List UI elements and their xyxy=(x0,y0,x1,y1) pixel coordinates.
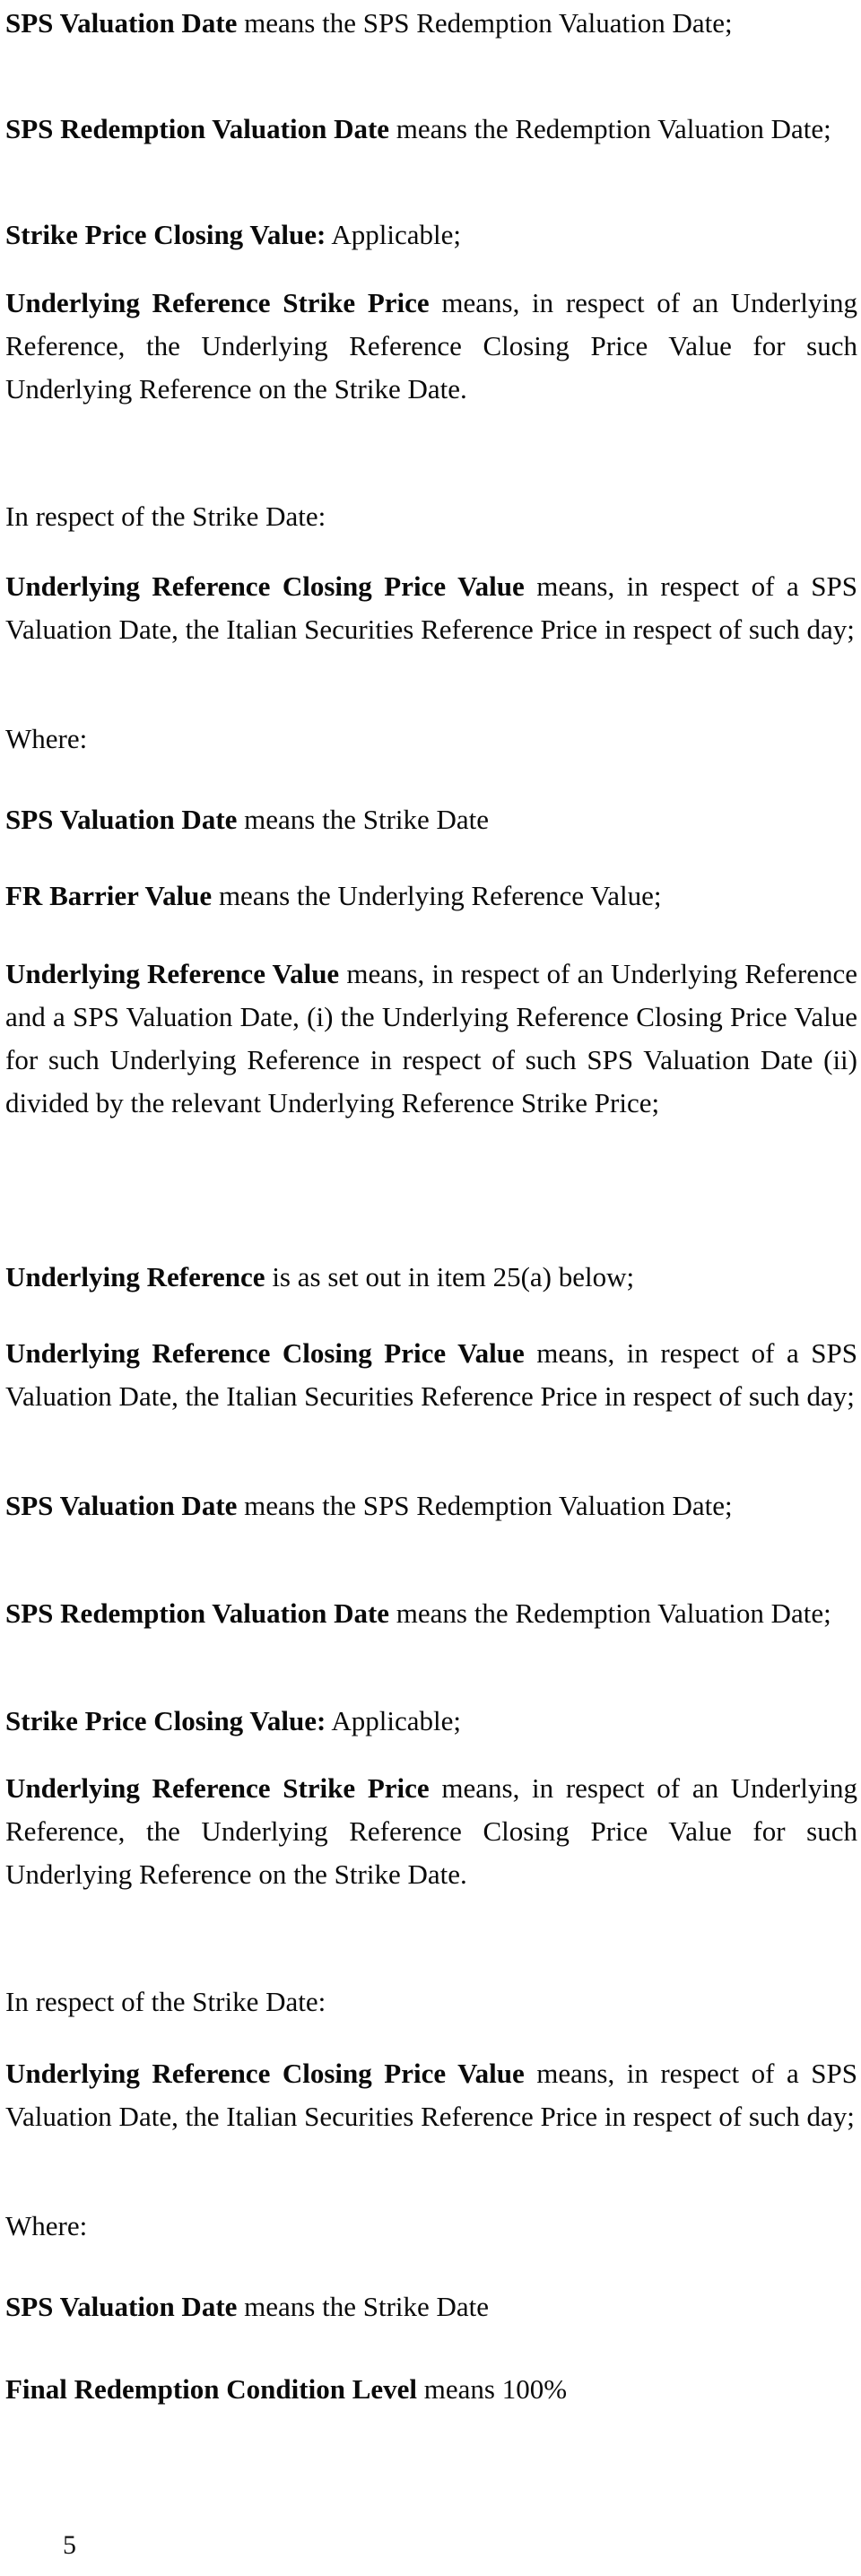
definition-text: means 100% xyxy=(417,2373,568,2405)
definition-paragraph: In respect of the Strike Date: xyxy=(5,1980,857,2023)
definition-text: means the Redemption Valuation Date; xyxy=(389,113,831,144)
definition-text: Where: xyxy=(5,723,88,754)
defined-term: Strike Price Closing Value: xyxy=(5,219,326,250)
defined-term: SPS Valuation Date xyxy=(5,804,238,835)
definition-text: means the Strike Date xyxy=(237,804,490,835)
definition-paragraph: Underlying Reference Strike Price means,… xyxy=(5,1767,857,1896)
definition-text: Applicable; xyxy=(326,219,462,250)
definition-paragraph: Where: xyxy=(5,718,857,761)
page-number: 5 xyxy=(63,2530,76,2560)
defined-term: SPS Redemption Valuation Date xyxy=(5,1597,390,1629)
defined-term: Underlying Reference Strike Price xyxy=(5,1772,430,1804)
definition-paragraph: SPS Valuation Date means the SPS Redempt… xyxy=(5,2,857,45)
definition-paragraph: SPS Valuation Date means the Strike Date xyxy=(5,798,857,841)
definition-text: In respect of the Strike Date: xyxy=(5,500,326,532)
defined-term: Underlying Reference Value xyxy=(5,958,340,989)
defined-term: SPS Valuation Date xyxy=(5,1490,238,1521)
definition-paragraph: Underlying Reference Closing Price Value… xyxy=(5,565,857,651)
definition-text: Where: xyxy=(5,2210,88,2241)
definition-paragraph: Underlying Reference Strike Price means,… xyxy=(5,282,857,411)
defined-term: Underlying Reference Closing Price Value xyxy=(5,2058,525,2089)
definition-paragraph: Final Redemption Condition Level means 1… xyxy=(5,2368,857,2411)
document-page: SPS Valuation Date means the SPS Redempt… xyxy=(0,0,861,2576)
defined-term: Underlying Reference Strike Price xyxy=(5,287,430,318)
defined-term: Strike Price Closing Value: xyxy=(5,1705,326,1736)
defined-term: Underlying Reference Closing Price Value xyxy=(5,570,525,602)
definition-paragraph: SPS Redemption Valuation Date means the … xyxy=(5,1592,857,1635)
definition-text: In respect of the Strike Date: xyxy=(5,1986,326,2017)
defined-term: Underlying Reference xyxy=(5,1261,265,1292)
definition-paragraph: Underlying Reference Closing Price Value… xyxy=(5,1332,857,1418)
definition-paragraph: In respect of the Strike Date: xyxy=(5,495,857,538)
definition-paragraph: Underlying Reference Closing Price Value… xyxy=(5,2052,857,2138)
definition-text: means the SPS Redemption Valuation Date; xyxy=(237,7,733,39)
defined-term: SPS Valuation Date xyxy=(5,7,238,39)
defined-term: Underlying Reference Closing Price Value xyxy=(5,1337,525,1369)
definition-paragraph: SPS Redemption Valuation Date means the … xyxy=(5,108,857,151)
defined-term: SPS Redemption Valuation Date xyxy=(5,113,390,144)
definition-paragraph: Strike Price Closing Value: Applicable; xyxy=(5,1700,857,1743)
defined-term: SPS Valuation Date xyxy=(5,2291,238,2322)
definition-paragraph: Strike Price Closing Value: Applicable; xyxy=(5,213,857,257)
definition-paragraph: SPS Valuation Date means the SPS Redempt… xyxy=(5,1484,857,1527)
definition-text: means the Redemption Valuation Date; xyxy=(389,1597,831,1629)
definition-text: means the SPS Redemption Valuation Date; xyxy=(237,1490,733,1521)
definition-paragraph: Where: xyxy=(5,2205,857,2248)
definition-text: is as set out in item 25(a) below; xyxy=(265,1261,635,1292)
definition-paragraph: FR Barrier Value means the Underlying Re… xyxy=(5,875,857,918)
definition-paragraph: SPS Valuation Date means the Strike Date xyxy=(5,2285,857,2328)
defined-term: FR Barrier Value xyxy=(5,880,213,911)
defined-term: Final Redemption Condition Level xyxy=(5,2373,418,2405)
definition-text: means the Underlying Reference Value; xyxy=(212,880,662,911)
definition-paragraph: Underlying Reference is as set out in it… xyxy=(5,1256,857,1299)
definition-text: means the Strike Date xyxy=(237,2291,490,2322)
definition-text: Applicable; xyxy=(326,1705,462,1736)
definition-paragraph: Underlying Reference Value means, in res… xyxy=(5,953,857,1125)
